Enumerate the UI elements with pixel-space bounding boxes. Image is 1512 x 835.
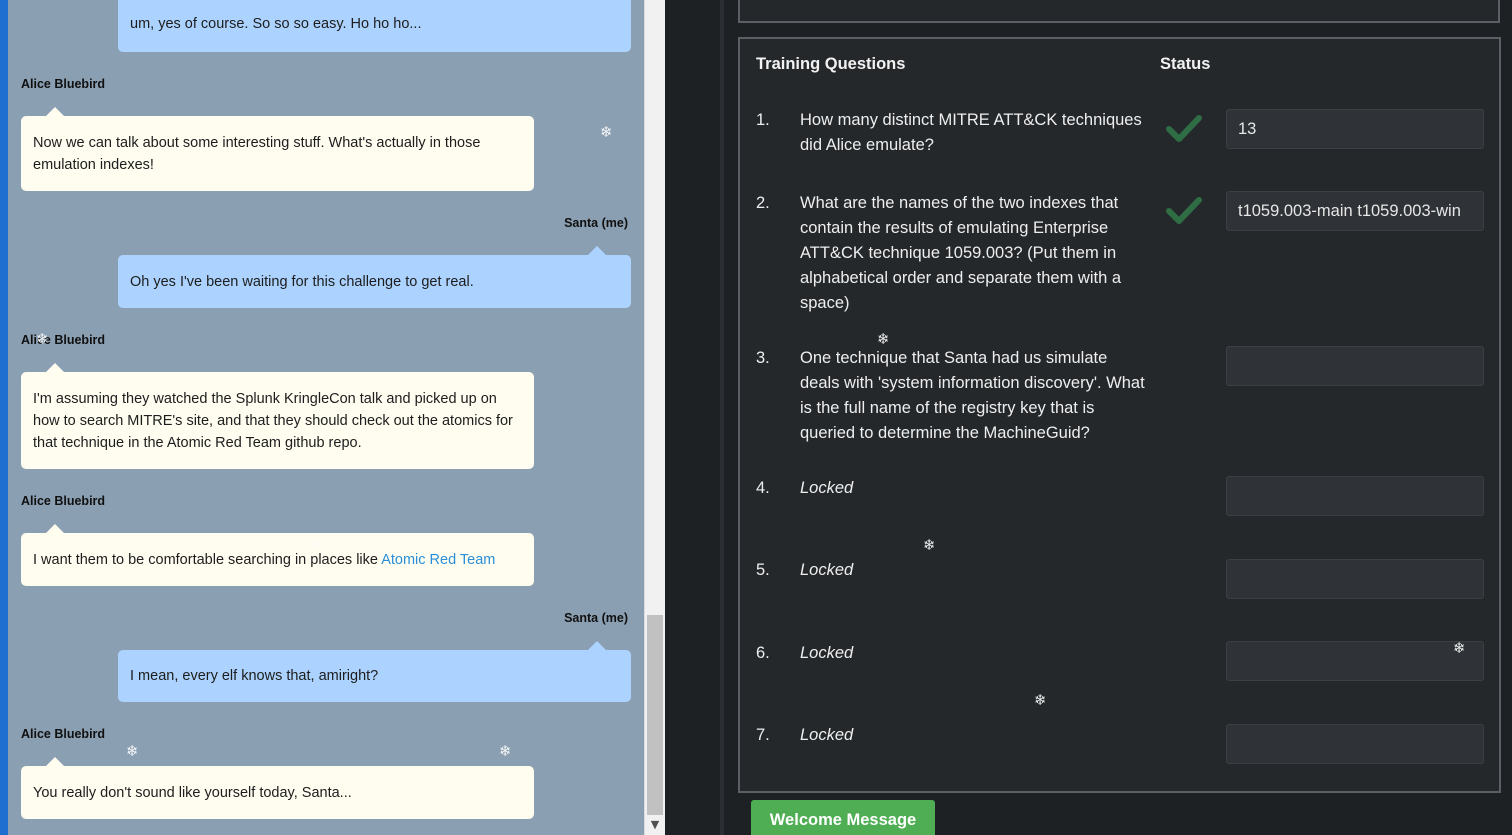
answer-input-1[interactable]: 13 bbox=[1226, 109, 1484, 149]
previous-section-box bbox=[738, 0, 1500, 23]
answer-input-4[interactable] bbox=[1226, 476, 1484, 516]
chat-bubble-santa: I mean, every elf knows that, amiright? bbox=[118, 641, 631, 702]
chat-bubble-alice: Now we can talk about some interesting s… bbox=[21, 107, 534, 191]
question-number: 1. bbox=[756, 111, 770, 129]
chat-speaker-name: Santa (me) bbox=[564, 216, 628, 230]
answer-input-6[interactable] bbox=[1226, 641, 1484, 681]
question-text-locked: Locked bbox=[800, 644, 854, 662]
snowflake-icon: ❄ bbox=[600, 123, 613, 141]
snowflake-icon: ❄ bbox=[308, 536, 321, 554]
question-text-locked: Locked bbox=[800, 561, 854, 579]
chat-scrollbar[interactable]: ▼ bbox=[644, 0, 665, 835]
chat-message-text: I mean, every elf knows that, amiright? bbox=[130, 668, 379, 684]
snowflake-icon: ❄ bbox=[1034, 691, 1047, 709]
chat-message-text: I'm assuming they watched the Splunk Kri… bbox=[33, 390, 513, 451]
chat-bubble-santa: Oh yes I've been waiting for this challe… bbox=[118, 246, 631, 308]
snowflake-icon: ❄ bbox=[126, 742, 139, 760]
chat-accent-bar bbox=[0, 0, 8, 835]
chat-speaker-name: Alice Bluebird bbox=[21, 727, 106, 741]
question-number: 5. bbox=[756, 561, 770, 579]
chat-message-text: um, yes of course. So so so easy. Ho ho … bbox=[130, 16, 422, 32]
status-header: Status bbox=[1160, 55, 1211, 73]
snowflake-icon: ❄ bbox=[923, 536, 936, 554]
scrollbar-thumb[interactable] bbox=[647, 615, 663, 815]
snowflake-icon: ❄ bbox=[877, 330, 890, 348]
question-number: 2. bbox=[756, 194, 770, 212]
chat-message-text: Now we can talk about some interesting s… bbox=[33, 134, 481, 173]
check-icon bbox=[1166, 115, 1202, 142]
question-text-locked: Locked bbox=[800, 479, 854, 497]
question-number: 4. bbox=[756, 479, 770, 497]
chat-speaker-name: Alice Bluebird bbox=[21, 494, 106, 508]
snowflake-icon: ❄ bbox=[499, 742, 512, 760]
chat-bubble-alice: I'm assuming they watched the Splunk Kri… bbox=[21, 363, 534, 469]
chat-speaker-name: Alice Bluebird bbox=[21, 77, 106, 91]
question-number: 3. bbox=[756, 349, 770, 367]
question-number: 6. bbox=[756, 644, 770, 662]
snowflake-icon: ❄ bbox=[36, 330, 49, 348]
answer-input-2[interactable]: t1059.003-main t1059.003-win bbox=[1226, 191, 1484, 231]
question-text-locked: Locked bbox=[800, 726, 854, 744]
chat-bubble-alice: I want them to be comfortable searching … bbox=[21, 524, 534, 586]
answer-input-3[interactable] bbox=[1226, 346, 1484, 386]
chat-speaker-name: Alice Bluebird bbox=[21, 333, 106, 347]
question-text: One technique that Santa had us simulate… bbox=[800, 349, 1145, 442]
chat-message-text: I want them to be comfortable searching … bbox=[33, 551, 496, 568]
chat-panel: um, yes of course. So so so easy. Ho ho … bbox=[0, 0, 665, 835]
question-text: How many distinct MITRE ATT&CK technique… bbox=[800, 111, 1142, 154]
answer-input-5[interactable] bbox=[1226, 559, 1484, 599]
atomic-red-team-link[interactable]: Atomic Red Team bbox=[381, 552, 495, 568]
chat-bubble-santa: um, yes of course. So so so easy. Ho ho … bbox=[118, 0, 631, 52]
chat-message-text: Oh yes I've been waiting for this challe… bbox=[130, 273, 474, 290]
answer-input-7[interactable] bbox=[1226, 724, 1484, 764]
snowflake-icon: ❄ bbox=[1453, 639, 1466, 657]
chat-speaker-name: Santa (me) bbox=[564, 611, 628, 625]
panel-divider bbox=[720, 0, 724, 835]
training-questions-header: Training Questions bbox=[756, 55, 906, 73]
check-icon bbox=[1166, 197, 1202, 224]
question-text: What are the names of the two indexes th… bbox=[800, 194, 1122, 312]
chat-message-text: You really don't sound like yourself tod… bbox=[33, 784, 352, 801]
welcome-message-button[interactable]: Welcome Message bbox=[751, 800, 935, 835]
scroll-down-arrow-icon[interactable]: ▼ bbox=[645, 815, 665, 835]
question-number: 7. bbox=[756, 726, 770, 744]
chat-bubble-alice: You really don't sound like yourself tod… bbox=[21, 757, 534, 819]
